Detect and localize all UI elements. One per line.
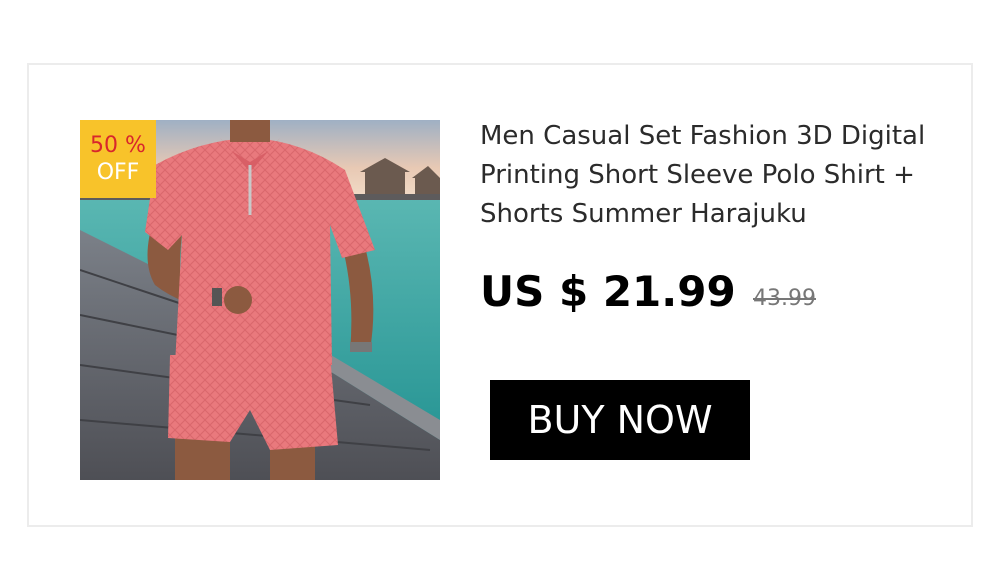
discount-badge: 50 % OFF [80,120,156,198]
buy-now-button[interactable]: BUY NOW [490,380,750,460]
original-price: 43.99 [753,286,816,311]
sale-price: US $ 21.99 [480,267,736,316]
discount-percent: 50 % [90,132,146,158]
discount-off-label: OFF [96,160,140,185]
product-title[interactable]: Men Casual Set Fashion 3D Digital Printi… [480,117,950,234]
